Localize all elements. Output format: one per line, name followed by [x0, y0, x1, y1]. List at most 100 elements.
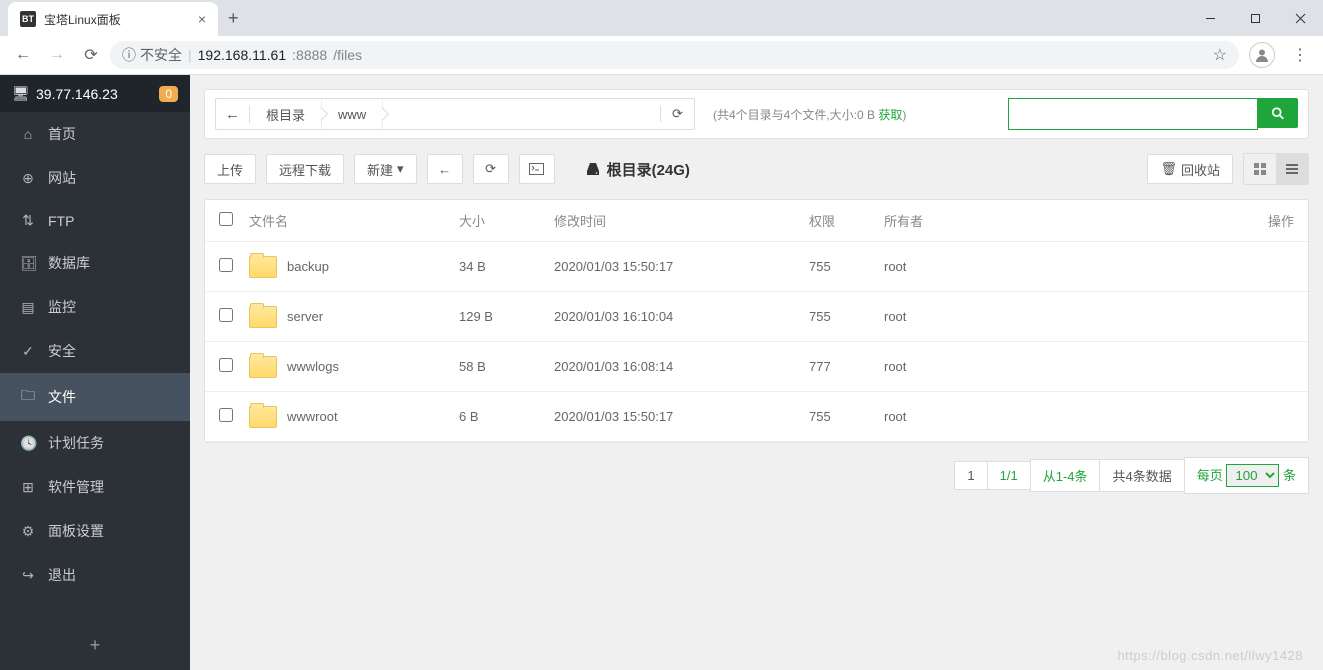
breadcrumb-back-button[interactable]: ← [216, 106, 250, 123]
forward-button[interactable]: → [42, 40, 72, 70]
header-name[interactable]: 文件名 [249, 211, 459, 230]
close-icon[interactable]: × [198, 11, 206, 27]
row-checkbox[interactable] [219, 358, 233, 372]
file-name[interactable]: server [287, 309, 323, 324]
table-row[interactable]: server 129 B 2020/01/03 16:10:04 755 roo… [205, 292, 1308, 342]
file-name[interactable]: backup [287, 259, 329, 274]
file-owner: root [884, 259, 1004, 274]
upload-button[interactable]: 上传 [204, 154, 256, 184]
sidebar-item-label: 计划任务 [48, 433, 104, 453]
header-mtime[interactable]: 修改时间 [554, 211, 809, 230]
file-owner: root [884, 409, 1004, 424]
table-row[interactable]: backup 34 B 2020/01/03 15:50:17 755 root [205, 242, 1308, 292]
terminal-button[interactable] [519, 154, 555, 184]
insecure-label: 不安全 [140, 45, 182, 65]
per-page-suffix: 条 [1283, 468, 1296, 483]
breadcrumb-refresh-button[interactable]: ⟳ [660, 106, 694, 122]
tab-favicon: BT [20, 11, 36, 27]
file-perm: 777 [809, 359, 884, 374]
star-icon[interactable]: ☆ [1213, 45, 1227, 65]
sidebar-item-6[interactable]: 🗀文件 [0, 373, 190, 421]
disk-label: 根目录(24G) [607, 159, 690, 180]
per-page-select[interactable]: 100 [1226, 464, 1279, 487]
page-current[interactable]: 1 [954, 461, 987, 490]
sidebar-item-label: FTP [48, 213, 74, 229]
maximize-button[interactable] [1233, 3, 1278, 33]
breadcrumb-root[interactable]: 根目录 [250, 99, 322, 129]
sidebar-item-4[interactable]: ▤监控 [0, 285, 190, 329]
sidebar-item-0[interactable]: ⌂首页 [0, 112, 190, 156]
file-name[interactable]: wwwlogs [287, 359, 339, 374]
header-owner[interactable]: 所有者 [884, 211, 1004, 230]
omnibox[interactable]: ⓘ 不安全 | 192.168.11.61:8888/files ☆ [110, 41, 1239, 69]
row-checkbox[interactable] [219, 408, 233, 422]
folder-icon [249, 306, 277, 328]
breadcrumb-seg[interactable]: www [322, 99, 383, 129]
sidebar-item-10[interactable]: ↪退出 [0, 553, 190, 597]
row-checkbox[interactable] [219, 308, 233, 322]
row-checkbox[interactable] [219, 258, 233, 272]
sidebar-item-label: 网站 [48, 168, 76, 188]
add-menu-button[interactable]: + [0, 621, 190, 670]
sidebar-item-9[interactable]: ⚙ 面板设置 [0, 509, 190, 553]
trash-icon: 🗑 [1160, 161, 1177, 177]
search-box [1008, 98, 1298, 130]
notification-badge[interactable]: 0 [159, 86, 178, 102]
browser-tab[interactable]: BT 宝塔Linux面板 × [8, 2, 218, 36]
file-table: 文件名 大小 修改时间 权限 所有者 操作 backup 34 B 2020/0… [204, 199, 1309, 443]
close-window-button[interactable] [1278, 3, 1323, 33]
grid-view-button[interactable] [1244, 154, 1276, 184]
recycle-label: 回收站 [1181, 160, 1220, 179]
folder-icon [249, 256, 277, 278]
file-name[interactable]: wwwroot [287, 409, 338, 424]
sidebar-item-8[interactable]: ⊞软件管理 [0, 465, 190, 509]
database-icon: 🗄 [20, 255, 36, 272]
tab-title: 宝塔Linux面板 [44, 11, 121, 28]
table-row[interactable]: wwwlogs 58 B 2020/01/03 16:08:14 777 roo… [205, 342, 1308, 392]
folder-icon [249, 356, 277, 378]
sidebar-item-5[interactable]: ✓安全 [0, 329, 190, 373]
sidebar-item-label: 面板设置 [48, 521, 104, 541]
profile-button[interactable] [1249, 42, 1275, 68]
select-all-checkbox[interactable] [219, 212, 233, 226]
new-button[interactable]: 新建 ▾ [354, 154, 417, 184]
table-row[interactable]: wwwroot 6 B 2020/01/03 15:50:17 755 root [205, 392, 1308, 442]
disk-icon [585, 162, 601, 176]
remote-download-button[interactable]: 远程下载 [266, 154, 344, 184]
sidebar-item-7[interactable]: 🕓计划任务 [0, 421, 190, 465]
sidebar: 🖥 39.77.146.23 0 ⌂首页⊕网站⇅FTP🗄数据库▤监控✓安全🗀文件… [0, 75, 190, 670]
file-mtime: 2020/01/03 16:08:14 [554, 359, 809, 374]
ftp-icon: ⇅ [20, 212, 36, 229]
url-path: /files [333, 47, 362, 63]
sidebar-item-1[interactable]: ⊕网站 [0, 156, 190, 200]
sidebar-item-label: 首页 [48, 124, 76, 144]
settings-icon: ⚙ [20, 523, 36, 540]
menu-button[interactable]: ⋮ [1285, 40, 1315, 70]
monitor-icon: 🖥 [12, 85, 28, 102]
search-input[interactable] [1008, 98, 1258, 130]
history-back-button[interactable]: ← [427, 154, 463, 184]
back-button[interactable]: ← [8, 40, 38, 70]
list-view-button[interactable] [1276, 154, 1308, 184]
file-perm: 755 [809, 409, 884, 424]
url-port: :8888 [292, 47, 327, 63]
file-perm: 755 [809, 259, 884, 274]
insecure-indicator: ⓘ 不安全 [122, 45, 182, 65]
tab-bar: BT 宝塔Linux面板 × + [0, 0, 1323, 36]
header-size[interactable]: 大小 [459, 211, 554, 230]
search-button[interactable] [1258, 98, 1298, 128]
refresh-button[interactable]: ⟳ [473, 154, 509, 184]
reload-button[interactable]: ⟳ [76, 40, 106, 70]
sidebar-item-label: 监控 [48, 297, 76, 317]
file-size: 58 B [459, 359, 554, 374]
sidebar-item-2[interactable]: ⇅ FTP [0, 200, 190, 241]
sidebar-item-label: 退出 [48, 565, 76, 585]
sidebar-item-3[interactable]: 🗄数据库 [0, 241, 190, 285]
summary-fetch-link[interactable]: 获取 [878, 108, 902, 122]
page-total: 1/1 [987, 461, 1031, 490]
minimize-button[interactable] [1188, 3, 1233, 33]
recycle-bin-button[interactable]: 🗑 回收站 [1147, 154, 1233, 184]
window-controls [1188, 3, 1323, 33]
new-tab-button[interactable]: + [218, 8, 249, 29]
header-perm[interactable]: 权限 [809, 211, 884, 230]
